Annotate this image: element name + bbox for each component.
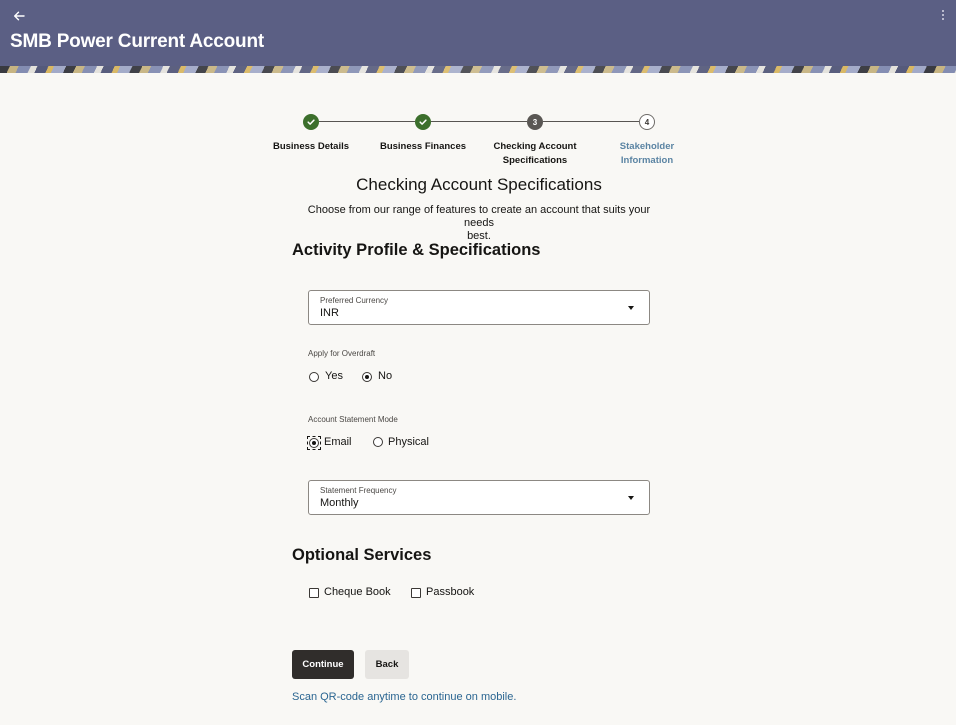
step-3-current-indicator: 3 bbox=[527, 114, 543, 130]
caret-down-icon bbox=[628, 496, 634, 500]
form-heading: Checking Account Specifications bbox=[356, 175, 602, 194]
cheque-book-checkbox[interactable] bbox=[309, 588, 319, 598]
continue-button[interactable]: Continue bbox=[292, 650, 354, 679]
stepper-connector bbox=[431, 121, 527, 122]
preferred-currency-value: INR bbox=[320, 307, 339, 319]
kebab-menu-icon[interactable] bbox=[940, 10, 946, 24]
step-4-upcoming-indicator: 4 bbox=[639, 114, 655, 130]
overdraft-no-label[interactable]: No bbox=[378, 370, 392, 382]
statement-mode-email-radio[interactable] bbox=[309, 438, 319, 448]
step-2-complete-indicator bbox=[415, 114, 431, 130]
statement-mode-email-label[interactable]: Email bbox=[324, 436, 352, 448]
preferred-currency-select[interactable]: Preferred Currency INR bbox=[308, 290, 650, 325]
decorative-banner-overlay bbox=[0, 66, 956, 73]
caret-down-icon bbox=[628, 306, 634, 310]
overdraft-yes-radio[interactable] bbox=[309, 372, 319, 382]
statement-frequency-value: Monthly bbox=[320, 497, 359, 509]
arrow-left-icon bbox=[14, 11, 25, 21]
statement-mode-physical-label[interactable]: Physical bbox=[388, 436, 429, 448]
optional-services-section-title: Optional Services bbox=[292, 546, 432, 564]
stepper-connector bbox=[319, 121, 415, 122]
statement-frequency-select[interactable]: Statement Frequency Monthly bbox=[308, 480, 650, 515]
back-arrow-icon[interactable] bbox=[12, 9, 32, 27]
overdraft-label: Apply for Overdraft bbox=[308, 349, 376, 358]
form-subtitle: Choose from our range of features to cre… bbox=[307, 204, 651, 242]
activity-profile-section-title: Activity Profile & Specifications bbox=[292, 241, 541, 259]
overdraft-no-radio[interactable] bbox=[362, 372, 372, 382]
step-1-complete-indicator bbox=[303, 114, 319, 130]
preferred-currency-label: Preferred Currency bbox=[320, 296, 389, 305]
step-label-business-finances[interactable]: Business Finances bbox=[368, 140, 478, 154]
cheque-book-label[interactable]: Cheque Book bbox=[324, 586, 391, 598]
step-label-checking-account-specifications: Checking Account Specifications bbox=[493, 141, 577, 166]
app-header: SMB Power Current Account bbox=[0, 0, 956, 66]
page-title: SMB Power Current Account bbox=[10, 31, 264, 52]
stepper-connector bbox=[543, 121, 639, 122]
step-label-business-details[interactable]: Business Details bbox=[256, 140, 366, 154]
passbook-label[interactable]: Passbook bbox=[426, 586, 474, 598]
back-button[interactable]: Back bbox=[365, 650, 409, 679]
step-label-stakeholder-information: Stakeholder Information bbox=[619, 141, 675, 166]
passbook-checkbox[interactable] bbox=[411, 588, 421, 598]
checkmark-icon bbox=[419, 119, 427, 125]
statement-frequency-label: Statement Frequency bbox=[320, 486, 397, 495]
scan-qr-code-link[interactable]: Scan QR-code anytime to continue on mobi… bbox=[292, 691, 516, 703]
checkmark-icon bbox=[307, 119, 315, 125]
overdraft-yes-label[interactable]: Yes bbox=[325, 370, 343, 382]
statement-mode-label: Account Statement Mode bbox=[308, 415, 398, 424]
statement-mode-physical-radio[interactable] bbox=[373, 437, 383, 447]
